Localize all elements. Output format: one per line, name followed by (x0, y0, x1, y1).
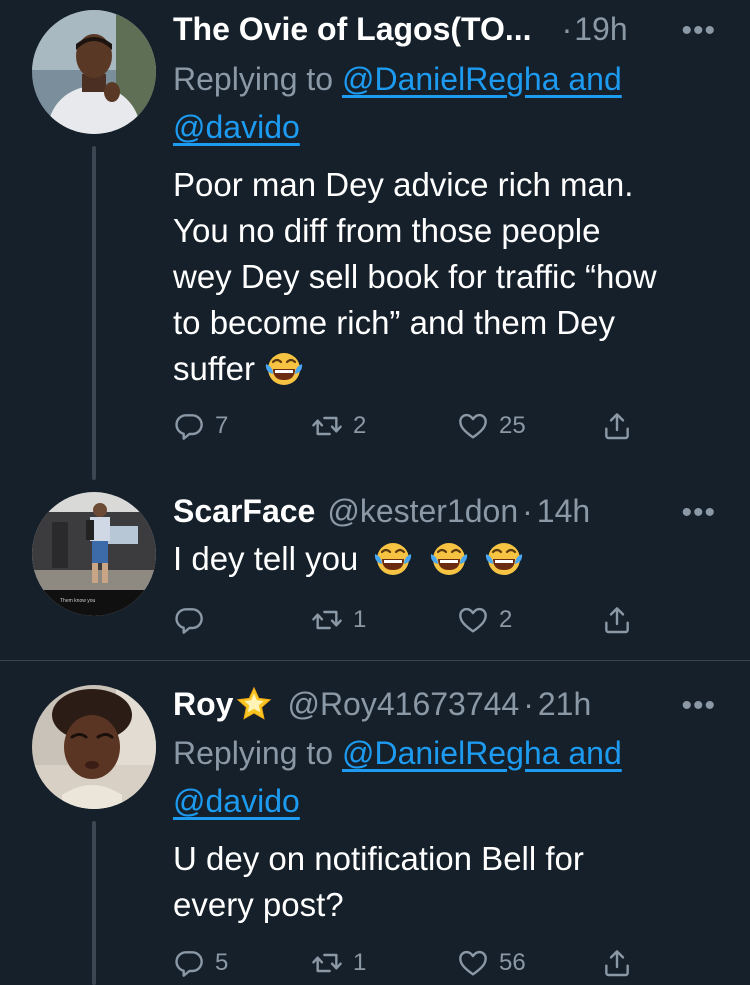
action-bar: 7 2 25 (173, 406, 643, 446)
mention-davido[interactable]: @davido (173, 109, 300, 145)
dot-separator: · (561, 10, 573, 47)
like-button[interactable]: 2 (457, 600, 512, 640)
display-name[interactable]: The Ovie of Lagos(TO... (173, 11, 532, 48)
tears-of-joy-emoji (484, 538, 524, 578)
tweet-3[interactable]: Roy @Roy41673744 · 21h ••• Replying to @… (0, 661, 750, 985)
like-icon (457, 604, 489, 636)
like-icon (457, 410, 489, 442)
share-button[interactable] (601, 600, 633, 640)
tweet-header: ScarFace @kester1don · 14h (173, 488, 730, 534)
thread-line (92, 146, 96, 480)
retweet-count: 1 (353, 949, 367, 976)
reply-button[interactable]: 7 (173, 406, 228, 446)
reply-count: 7 (215, 412, 229, 439)
handle[interactable]: @kester1don (327, 493, 518, 530)
retweet-button[interactable]: 2 (311, 406, 366, 446)
like-button[interactable]: 25 (457, 406, 526, 446)
reply-button[interactable] (173, 600, 215, 640)
like-icon (457, 947, 489, 979)
reply-icon (173, 410, 205, 442)
tears-of-joy-emoji (429, 538, 469, 578)
avatar[interactable] (32, 685, 156, 809)
text-line: to become rich” and them Dey (173, 304, 616, 341)
replying-prefix: Replying to (173, 61, 334, 97)
text-line: I dey tell you (173, 540, 359, 577)
dot-separator: · (523, 685, 534, 722)
glowing-star-emoji (237, 686, 272, 720)
share-icon (601, 410, 633, 442)
avatar[interactable]: Them know you (32, 492, 156, 616)
text-line-suffer: suffer (173, 350, 255, 387)
action-bar: 1 2 (173, 600, 643, 640)
tweet-text: U dey on notification Bell for every pos… (173, 836, 733, 928)
retweet-button[interactable]: 1 (311, 600, 366, 640)
avatar[interactable] (32, 10, 156, 134)
reply-button[interactable]: 5 (173, 943, 228, 983)
more-icon[interactable]: ••• (681, 689, 716, 723)
tweet-2[interactable]: Them know you ScarFace @kester1don · 14h… (0, 480, 750, 660)
like-button[interactable]: 56 (457, 943, 526, 983)
tweet-header: Roy @Roy41673744 · 21h (173, 681, 730, 727)
reply-count: 5 (215, 949, 229, 976)
share-button[interactable] (601, 943, 633, 983)
tweet-1[interactable]: The Ovie of Lagos(TO... · 19h ••• Replyi… (0, 0, 750, 480)
timestamp[interactable]: 19h (574, 11, 627, 48)
tweet-header: The Ovie of Lagos(TO... · 19h (173, 6, 730, 52)
like-count: 2 (499, 606, 513, 633)
share-button[interactable] (601, 406, 633, 446)
handle[interactable]: @Roy41673744 (287, 686, 519, 723)
tears-of-joy-emoji (373, 538, 413, 578)
more-icon[interactable]: ••• (681, 496, 716, 530)
timestamp[interactable]: 14h (537, 493, 590, 530)
text-line: every post? (173, 886, 344, 923)
reply-icon (173, 947, 205, 979)
mention-danielregha[interactable]: @DanielRegha and (342, 735, 622, 771)
text-line: You no diff from those people (173, 212, 601, 249)
replying-to: Replying to @DanielRegha and @davido (173, 729, 713, 825)
text-line: suffer (173, 346, 733, 392)
retweet-count: 1 (353, 606, 367, 633)
like-count: 25 (499, 412, 526, 439)
mention-danielregha[interactable]: @DanielRegha and (342, 61, 622, 97)
replying-to: Replying to @DanielRegha and @davido (173, 55, 713, 151)
share-icon (601, 947, 633, 979)
timestamp[interactable]: 21h (538, 686, 591, 723)
tweet-text: Poor man Dey advice rich man. You no dif… (173, 162, 733, 392)
retweet-icon (311, 604, 343, 636)
mention-davido[interactable]: @davido (173, 783, 300, 819)
retweet-button[interactable]: 1 (311, 943, 366, 983)
tears-of-joy-emoji (264, 348, 304, 388)
retweet-count: 2 (353, 412, 367, 439)
share-icon (601, 604, 633, 636)
thread-line (92, 821, 96, 985)
more-icon[interactable]: ••• (681, 14, 716, 48)
avatar-caption: Them know you (60, 598, 96, 604)
like-count: 56 (499, 949, 526, 976)
tweet-text: I dey tell you (173, 536, 733, 582)
display-name[interactable]: Roy (173, 686, 233, 723)
display-name[interactable]: ScarFace (173, 493, 315, 530)
action-bar: 5 1 56 (173, 943, 643, 983)
retweet-icon (311, 947, 343, 979)
text-line: U dey on notification Bell for (173, 840, 584, 877)
retweet-icon (311, 410, 343, 442)
replying-prefix: Replying to (173, 735, 334, 771)
dot-separator: · (522, 492, 533, 529)
text-line: wey Dey sell book for traffic “how (173, 258, 657, 295)
text-line: Poor man Dey advice rich man. (173, 166, 634, 203)
reply-icon (173, 604, 205, 636)
